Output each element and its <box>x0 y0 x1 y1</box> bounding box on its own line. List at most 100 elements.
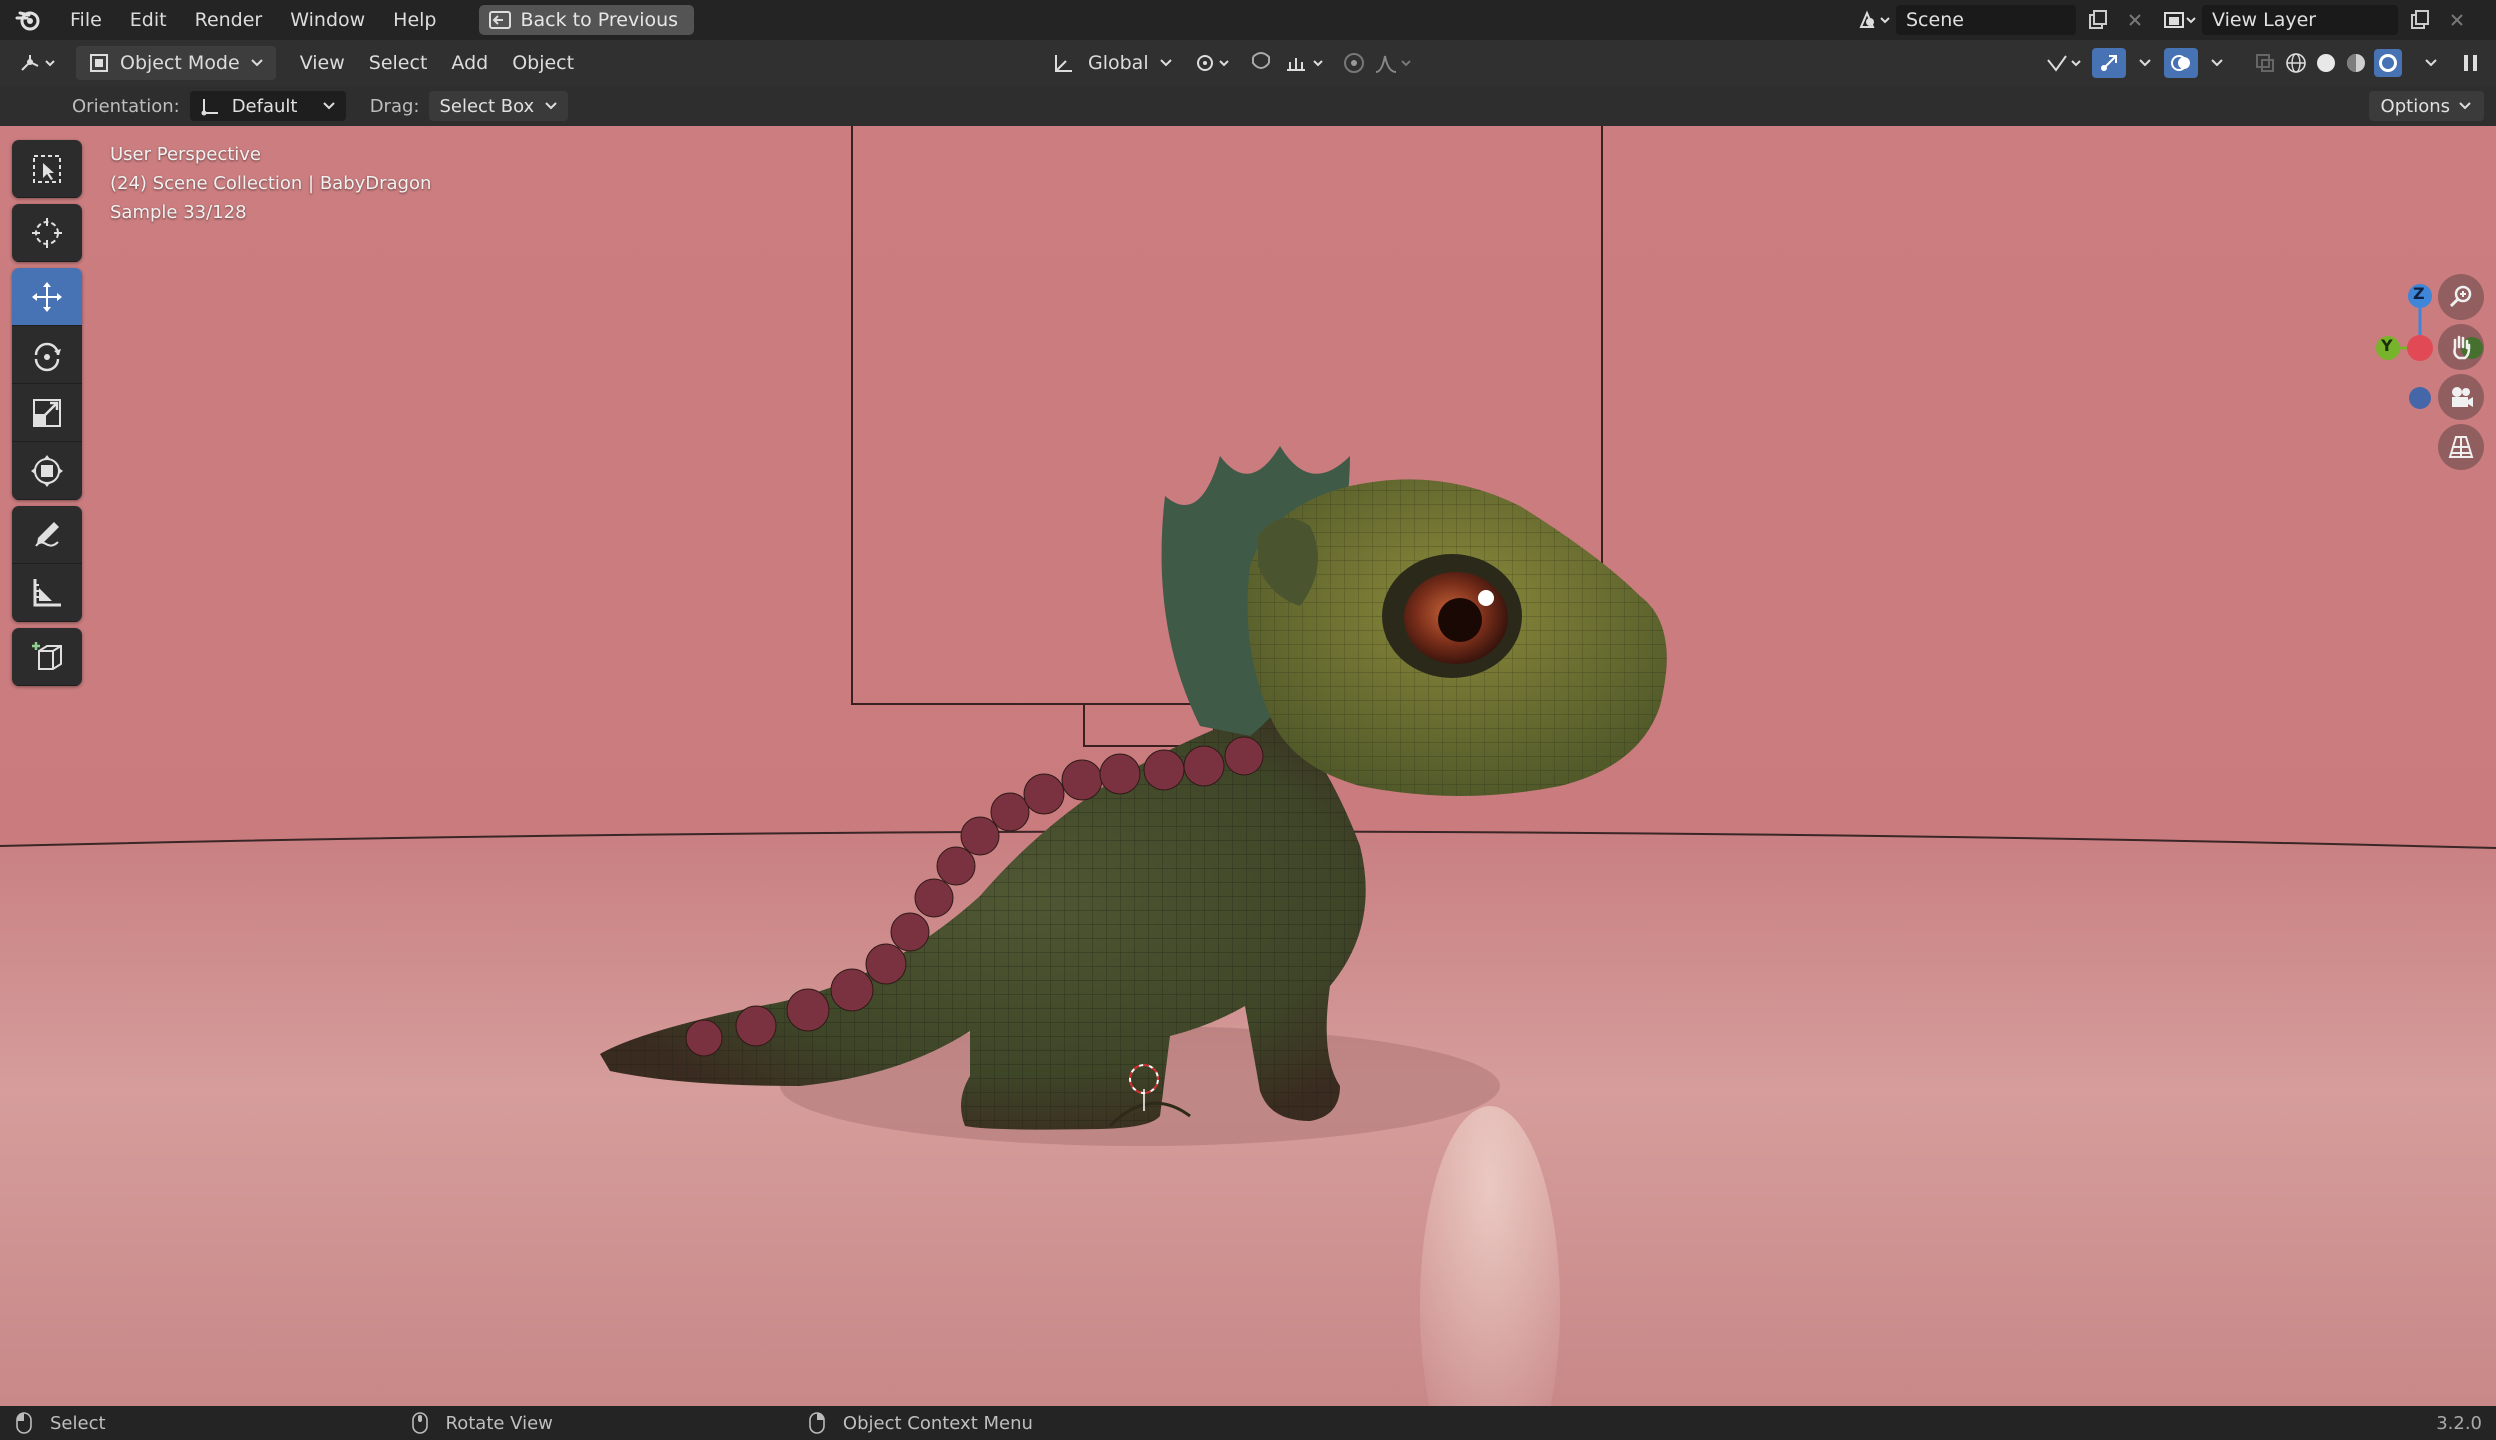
pivot-icon <box>1194 52 1234 74</box>
add-cube-tool[interactable] <box>12 628 82 686</box>
transform-tool[interactable] <box>12 442 82 500</box>
status-context-hint: Object Context Menu <box>809 1412 1033 1434</box>
cursor-icon <box>30 216 64 250</box>
new-view-layer-button[interactable] <box>2398 5 2442 35</box>
orientation-dropdown[interactable]: Default <box>189 91 346 121</box>
options-dropdown[interactable]: Options <box>2368 91 2484 121</box>
menu-window[interactable]: Window <box>276 0 379 40</box>
chevron-down-icon <box>2458 101 2472 111</box>
menu-edit[interactable]: Edit <box>116 0 181 40</box>
select-box-tool[interactable] <box>12 140 82 198</box>
back-to-previous-button[interactable]: Back to Previous <box>478 5 695 35</box>
view-layer-icon <box>2163 9 2197 31</box>
orientation-value: Default <box>231 95 298 117</box>
back-icon <box>488 10 511 30</box>
annotate-pencil-icon <box>30 518 64 552</box>
menu-help[interactable]: Help <box>379 0 450 40</box>
overlays-toggle[interactable] <box>2164 48 2198 78</box>
view-layer-browse-button[interactable] <box>2158 5 2202 35</box>
editor-type-button[interactable] <box>8 46 70 80</box>
object-mode-icon <box>88 52 110 74</box>
delete-view-layer-button[interactable] <box>2442 5 2472 35</box>
camera-icon <box>2447 383 2475 411</box>
scene-name-text: Scene <box>1906 9 1964 31</box>
pause-icon <box>2460 52 2482 74</box>
pivot-point-dropdown[interactable] <box>1184 46 1244 80</box>
viewport-editor-icon <box>18 52 60 74</box>
menu-file[interactable]: File <box>56 0 116 40</box>
orientation-label: Global <box>1088 52 1149 74</box>
menu-view[interactable]: View <box>288 46 357 80</box>
mouse-left-icon <box>16 1412 32 1434</box>
measure-ruler-icon <box>30 576 64 610</box>
duplicate-icon <box>2087 9 2109 31</box>
orientation-label: Orientation: <box>72 95 180 117</box>
proportional-falloff-dropdown[interactable] <box>1364 46 1424 80</box>
status-rotate-label: Rotate View <box>445 1412 553 1434</box>
viewport-info-overlay: User Perspective (24) Scene Collection |… <box>110 140 431 227</box>
measure-tool[interactable] <box>12 564 82 622</box>
add-cube-icon <box>29 639 65 675</box>
move-icon <box>30 280 64 314</box>
blender-logo-icon[interactable] <box>0 0 56 40</box>
scene-browse-button[interactable] <box>1852 5 1896 35</box>
scene-selector-group: Scene View Layer <box>1852 4 2472 36</box>
view-layer-name-text: View Layer <box>2212 9 2317 31</box>
pan-view-button[interactable] <box>2438 324 2484 370</box>
gizmo-dropdown[interactable] <box>2128 46 2162 80</box>
new-scene-button[interactable] <box>2076 5 2120 35</box>
object-mode-dropdown[interactable]: Object Mode <box>76 46 276 80</box>
menu-render[interactable]: Render <box>181 0 277 40</box>
orientation-icon <box>1052 51 1078 75</box>
close-icon <box>2128 13 2142 27</box>
gizmo-toggle[interactable] <box>2092 48 2126 78</box>
drag-value: Select Box <box>439 95 535 117</box>
menu-select[interactable]: Select <box>357 46 440 80</box>
wireframe-shading-icon[interactable] <box>2284 51 2308 75</box>
annotate-tool[interactable] <box>12 506 82 564</box>
drag-dropdown[interactable]: Select Box <box>429 91 569 121</box>
solid-shading-icon[interactable] <box>2314 51 2338 75</box>
chevron-down-icon <box>544 101 558 111</box>
rotate-tool[interactable] <box>12 326 82 384</box>
overlays-dropdown[interactable] <box>2200 46 2234 80</box>
overlays-icon <box>2170 52 2192 74</box>
duplicate-icon <box>2409 9 2431 31</box>
zoom-view-button[interactable] <box>2438 274 2484 320</box>
snap-target-dropdown[interactable] <box>1274 46 1338 80</box>
cursor-tool[interactable] <box>12 204 82 262</box>
menu-object[interactable]: Object <box>500 46 586 80</box>
snap-increment-icon <box>1284 52 1328 74</box>
gizmo-icon <box>2098 52 2120 74</box>
falloff-curve-icon <box>1374 52 1414 74</box>
menu-add[interactable]: Add <box>439 46 500 80</box>
status-bar: Select Rotate View Object Context Menu 3… <box>0 1406 2496 1440</box>
scene-name-field[interactable]: Scene <box>1896 5 2076 35</box>
magnet-icon <box>1248 51 1274 75</box>
pause-render-button[interactable] <box>2450 46 2492 80</box>
toggle-projection-button[interactable] <box>2438 424 2484 470</box>
rotate-icon <box>30 338 64 372</box>
scale-tool[interactable] <box>12 384 82 442</box>
camera-view-button[interactable] <box>2438 374 2484 420</box>
material-preview-icon[interactable] <box>2344 51 2368 75</box>
close-icon <box>2450 13 2464 27</box>
eye-arrow-icon <box>2044 52 2088 74</box>
view-layer-name-field[interactable]: View Layer <box>2202 5 2398 35</box>
transform-orientation-dropdown[interactable]: Global <box>1042 46 1183 80</box>
selectability-visibility-dropdown[interactable] <box>2034 46 2098 80</box>
move-tool[interactable] <box>12 268 82 326</box>
3d-viewport[interactable]: User Perspective (24) Scene Collection |… <box>0 126 2496 1406</box>
orientation-axes-icon <box>200 96 222 116</box>
delete-scene-button[interactable] <box>2120 5 2150 35</box>
tool-settings-bar: Orientation: Default Drag: Select Box Op… <box>0 86 2496 126</box>
proportional-edit-icon <box>1342 51 1366 75</box>
rendered-shading-icon[interactable] <box>2374 49 2402 77</box>
drag-label: Drag: <box>369 95 420 117</box>
select-box-icon <box>30 152 64 186</box>
top-menu-bar: File Edit Render Window Help Back to Pre… <box>0 0 2496 40</box>
shading-dropdown[interactable] <box>2414 46 2448 80</box>
render-sample-text: Sample 33/128 <box>110 202 247 223</box>
chevron-down-icon <box>250 58 264 68</box>
hand-icon <box>2447 333 2475 361</box>
